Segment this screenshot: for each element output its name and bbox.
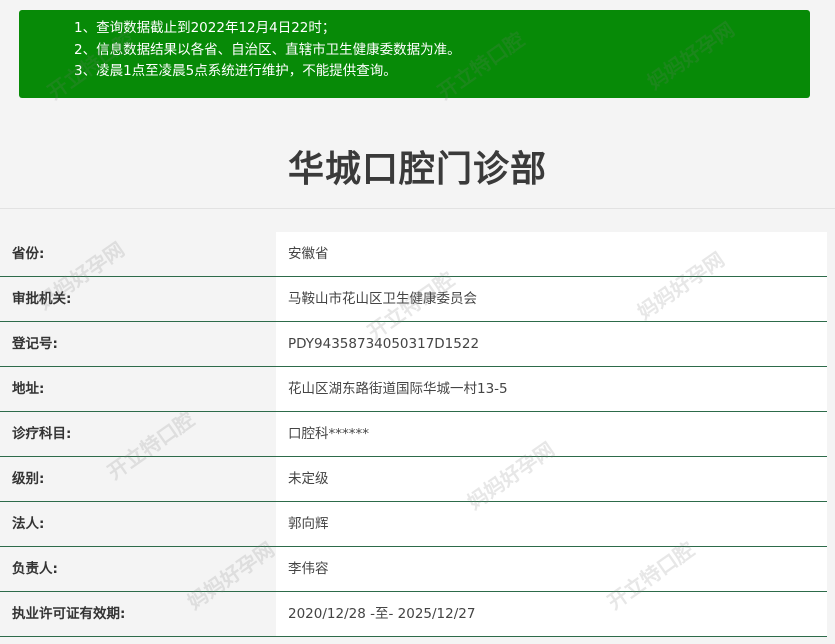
table-row: 地址: 花山区湖东路街道国际华城一村13-5 [0, 367, 827, 412]
table-row: 级别: 未定级 [0, 457, 827, 502]
row-label: 登记号: [0, 322, 276, 366]
info-table: 省份: 安徽省 审批机关: 马鞍山市花山区卫生健康委员会 登记号: PDY943… [0, 232, 827, 637]
row-value: PDY94358734050317D1522 [276, 322, 827, 366]
row-label: 执业许可证有效期: [0, 592, 276, 636]
row-value: 郭向辉 [276, 502, 827, 546]
notice-banner: 1、查询数据截止到2022年12月4日22时； 2、信息数据结果以各省、自治区、… [19, 10, 810, 98]
row-label: 省份: [0, 232, 276, 276]
table-row: 登记号: PDY94358734050317D1522 [0, 322, 827, 367]
row-value: 安徽省 [276, 232, 827, 276]
row-value: 花山区湖东路街道国际华城一村13-5 [276, 367, 827, 411]
row-value: 口腔科****** [276, 412, 827, 456]
table-row: 法人: 郭向辉 [0, 502, 827, 547]
notice-line: 3、凌晨1点至凌晨5点系统进行维护，不能提供查询。 [74, 63, 397, 79]
row-value: 马鞍山市花山区卫生健康委员会 [276, 277, 827, 321]
table-row: 执业许可证有效期: 2020/12/28 -至- 2025/12/27 [0, 592, 827, 637]
row-label: 法人: [0, 502, 276, 546]
divider [0, 208, 835, 209]
row-label: 诊疗科目: [0, 412, 276, 456]
row-label: 负责人: [0, 547, 276, 591]
row-label: 审批机关: [0, 277, 276, 321]
page-title: 华城口腔门诊部 [287, 149, 547, 190]
row-value: 李伟容 [276, 547, 827, 591]
row-label: 地址: [0, 367, 276, 411]
row-value: 未定级 [276, 457, 827, 501]
notice-line: 2、信息数据结果以各省、自治区、直辖市卫生健康委数据为准。 [74, 41, 461, 58]
table-row: 省份: 安徽省 [0, 232, 827, 277]
table-row: 诊疗科目: 口腔科****** [0, 412, 827, 457]
row-label: 级别: [0, 457, 276, 501]
table-row: 审批机关: 马鞍山市花山区卫生健康委员会 [0, 277, 827, 322]
notice-line: 1、查询数据截止到2022年12月4日22时； [74, 20, 336, 36]
table-row: 负责人: 李伟容 [0, 547, 827, 592]
row-value: 2020/12/28 -至- 2025/12/27 [276, 592, 827, 636]
